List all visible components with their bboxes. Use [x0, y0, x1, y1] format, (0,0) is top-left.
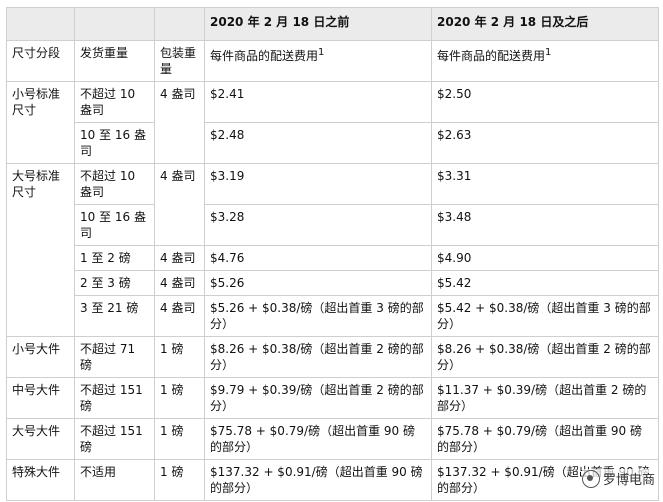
fee-table: 2020 年 2 月 18 日之前 2020 年 2 月 18 日及之后 尺寸分… [6, 7, 659, 501]
header-before: 2020 年 2 月 18 日之前 [204, 7, 432, 41]
fee-before-cell: $2.41 [204, 81, 432, 123]
weight-cell: 10 至 16 盎司 [74, 204, 155, 246]
fee-before-cell: $5.26 [204, 270, 432, 296]
packaging-cell: 1 磅 [154, 459, 205, 501]
fee-before-cell: $4.76 [204, 245, 432, 271]
fee-after-cell: $5.42 + $0.38/磅（超出首重 3 磅的部分） [431, 295, 659, 337]
fee-after-cell: $2.50 [431, 81, 659, 123]
tier-cell: 小号大件 [6, 336, 75, 378]
packaging-cell: 1 磅 [154, 418, 205, 460]
fee-label: 每件商品的配送费用 [437, 49, 546, 63]
table-row: 10 至 16 盎司 $3.28 $3.48 [7, 204, 659, 246]
packaging-cell: 4 盎司 [154, 295, 205, 337]
fee-before-cell: $2.48 [204, 122, 432, 164]
table-row: 小号标准尺寸 不超过 10 盎司 4 盎司 $2.41 $2.50 [6, 81, 659, 164]
weight-cell: 1 至 2 磅 [74, 245, 155, 271]
fee-label: 每件商品的配送费用 [210, 49, 319, 63]
packaging-cell: 4 盎司 [154, 245, 205, 271]
table-row: 3 至 21 磅 4 盎司 $5.26 + $0.38/磅（超出首重 3 磅的部… [7, 295, 659, 337]
weight-cell: 10 至 16 盎司 [74, 122, 155, 164]
table-row: 1 至 2 磅 4 盎司 $4.76 $4.90 [7, 245, 659, 271]
table-row: 大号标准尺寸 不超过 10 盎司 4 盎司 $3.19 $3.31 [6, 163, 659, 337]
table-row: 10 至 16 盎司 $2.48 $2.63 [7, 122, 659, 164]
fee-before-cell: $137.32 + $0.91/磅（超出首重 90 磅的部分） [204, 459, 432, 501]
fee-after-cell: $3.31 [431, 163, 659, 205]
weight-cell: 不超过 71 磅 [74, 336, 155, 378]
header-blank-1 [6, 7, 75, 41]
weight-cell: 不超过 10 盎司 [74, 163, 155, 205]
packaging-cell: 4 盎司 [154, 81, 205, 164]
fee-before-cell: $3.19 [204, 163, 432, 205]
fee-before-cell: $9.79 + $0.39/磅（超出首重 2 磅的部分） [204, 377, 432, 419]
fee-before-cell: $3.28 [204, 204, 432, 246]
table-row: 大号大件 不超过 151 磅 1 磅 $75.78 + $0.79/磅（超出首重… [6, 418, 659, 460]
fee-after-cell: $2.63 [431, 122, 659, 164]
packaging-cell: 4 盎司 [154, 270, 205, 296]
watermark-text: 罗博电商 [602, 473, 655, 488]
tier-cell: 中号大件 [6, 377, 75, 419]
fee-before-cell: $8.26 + $0.38/磅（超出首重 2 磅的部分） [204, 336, 432, 378]
subheader-packaging: 包装重量 [154, 40, 205, 82]
weight-cell: 不适用 [74, 459, 155, 501]
subheader-weight: 发货重量 [74, 40, 155, 82]
tier-cell: 特殊大件 [6, 459, 75, 501]
subheader-fee-before: 每件商品的配送费用1 [204, 40, 432, 82]
subheader-tier: 尺寸分段 [6, 40, 75, 82]
weight-cell: 2 至 3 磅 [74, 270, 155, 296]
weight-cell: 3 至 21 磅 [74, 295, 155, 337]
weight-cell: 不超过 151 磅 [74, 377, 155, 419]
packaging-cell: 4 盎司 [154, 163, 205, 246]
subheader-fee-after: 每件商品的配送费用1 [431, 40, 659, 82]
fee-after-cell: $11.37 + $0.39/磅（超出首重 2 磅的部分） [431, 377, 659, 419]
footnote-marker: 1 [318, 47, 325, 58]
fee-after-cell: $4.90 [431, 245, 659, 271]
fee-after-cell: $75.78 + $0.79/磅（超出首重 90 磅的部分） [431, 418, 659, 460]
packaging-cell: 1 磅 [154, 377, 205, 419]
tier-cell: 大号大件 [6, 418, 75, 460]
fee-before-cell: $75.78 + $0.79/磅（超出首重 90 磅的部分） [204, 418, 432, 460]
tier-cell: 大号标准尺寸 [6, 163, 75, 337]
weight-cell: 不超过 10 盎司 [74, 81, 155, 123]
header-blank-2 [74, 7, 155, 41]
watermark: 罗博电商 [581, 469, 655, 488]
header-row: 2020 年 2 月 18 日之前 2020 年 2 月 18 日及之后 [6, 7, 659, 41]
fee-before-cell: $5.26 + $0.38/磅（超出首重 3 磅的部分） [204, 295, 432, 337]
fee-after-cell: $3.48 [431, 204, 659, 246]
packaging-cell: 1 磅 [154, 336, 205, 378]
header-after: 2020 年 2 月 18 日及之后 [431, 7, 659, 41]
subheader-row: 尺寸分段 发货重量 包装重量 每件商品的配送费用1 每件商品的配送费用1 [6, 40, 659, 82]
table-row: 特殊大件 不适用 1 磅 $137.32 + $0.91/磅（超出首重 90 磅… [6, 459, 659, 501]
fee-after-cell: $5.42 [431, 270, 659, 296]
fee-after-cell: $8.26 + $0.38/磅（超出首重 2 磅的部分） [431, 336, 659, 378]
tier-cell: 小号标准尺寸 [6, 81, 75, 164]
footnote-marker: 1 [545, 47, 552, 58]
wechat-icon [581, 469, 600, 488]
header-blank-3 [154, 7, 205, 41]
table-row: 小号大件 不超过 71 磅 1 磅 $8.26 + $0.38/磅（超出首重 2… [6, 336, 659, 378]
table-row: 2 至 3 磅 4 盎司 $5.26 $5.42 [7, 270, 659, 296]
table-row: 中号大件 不超过 151 磅 1 磅 $9.79 + $0.39/磅（超出首重 … [6, 377, 659, 419]
weight-cell: 不超过 151 磅 [74, 418, 155, 460]
